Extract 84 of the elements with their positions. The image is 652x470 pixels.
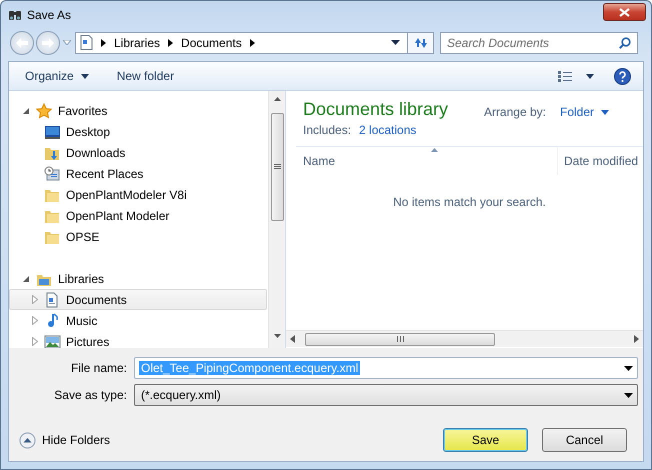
refresh-button[interactable] xyxy=(408,32,434,54)
caret-icon xyxy=(601,110,609,114)
star-icon xyxy=(36,102,53,118)
grip-icon xyxy=(396,336,404,342)
address-bar[interactable]: Libraries Documents xyxy=(75,32,408,54)
nav-item[interactable]: OpenPlantModeler V8i xyxy=(9,184,267,205)
nav-item[interactable]: Downloads xyxy=(9,142,267,163)
list-view-icon xyxy=(558,70,572,82)
search-field[interactable]: Search Documents xyxy=(440,32,638,54)
includes-label: Includes: xyxy=(303,123,352,137)
caret-icon xyxy=(80,74,89,78)
collapsed-arrow-icon[interactable] xyxy=(32,337,38,346)
breadcrumb-arrow-icon[interactable] xyxy=(101,38,106,46)
nav-item-label: Downloads xyxy=(66,146,126,160)
caret-icon xyxy=(624,366,633,370)
expanded-arrow-icon[interactable] xyxy=(23,107,30,114)
expanded-arrow-icon[interactable] xyxy=(23,275,30,282)
file-type-dropdown[interactable]: (*.ecquery.xml) xyxy=(134,384,638,406)
refresh-icon xyxy=(414,36,428,48)
collapse-icon xyxy=(19,432,36,448)
nav-item-label: Music xyxy=(66,314,98,328)
nav-item-label: OPSE xyxy=(66,230,100,244)
column-header[interactable]: Date modified xyxy=(558,147,638,175)
empty-message: No items match your search. xyxy=(392,195,547,209)
scroll-thumb[interactable] xyxy=(270,113,284,221)
binoculars-icon xyxy=(8,9,22,21)
document-icon xyxy=(80,35,93,50)
nav-item[interactable]: Libraries xyxy=(9,268,267,289)
nav-item-label: Libraries xyxy=(58,272,104,286)
recent-places-icon xyxy=(44,166,61,182)
close-button[interactable] xyxy=(603,3,646,21)
vertical-scrollbar[interactable] xyxy=(268,91,285,348)
forward-button[interactable] xyxy=(36,30,60,54)
grip-icon xyxy=(274,164,280,170)
down-arrow-icon xyxy=(272,332,282,340)
nav-item[interactable]: OpenPlant Modeler xyxy=(9,205,267,226)
caret-icon xyxy=(586,74,594,78)
close-icon xyxy=(619,8,630,16)
left-arrow-icon xyxy=(290,335,295,343)
new-folder-button[interactable]: New folder xyxy=(110,66,180,86)
breadcrumb-arrow-icon[interactable] xyxy=(168,38,174,46)
right-arrow-icon xyxy=(42,38,54,48)
breadcrumb[interactable]: Documents xyxy=(181,36,242,50)
nav-item[interactable]: Music xyxy=(9,310,267,331)
nav-item[interactable]: Favorites xyxy=(9,100,267,121)
horizontal-scrollbar[interactable] xyxy=(286,330,643,347)
library-title: Documents library xyxy=(303,99,448,120)
back-button[interactable] xyxy=(10,30,34,54)
dialog-button[interactable]: Save xyxy=(443,428,528,452)
nav-item[interactable]: Recent Places xyxy=(9,163,267,184)
breadcrumb[interactable]: Libraries xyxy=(114,36,160,50)
caret-icon xyxy=(624,392,633,398)
nav-item-label: Desktop xyxy=(66,124,110,138)
nav-item[interactable]: OPSE xyxy=(9,226,267,247)
window-title: Save As xyxy=(27,8,72,22)
monitor-icon xyxy=(44,124,61,140)
arrange-by-label: Arrange by: xyxy=(484,105,546,119)
nav-item[interactable]: Pictures xyxy=(9,331,267,348)
hide-folders-button[interactable]: Hide Folders xyxy=(19,432,110,448)
nav-item-label: Recent Places xyxy=(66,166,144,180)
nav-item-label: OpenPlant Modeler xyxy=(66,208,170,222)
nav-item-label: Favorites xyxy=(58,104,108,118)
save-as-type-label: Save as type: xyxy=(53,388,127,402)
nav-item[interactable]: Desktop xyxy=(9,121,267,142)
breadcrumb-arrow-icon[interactable] xyxy=(250,38,255,46)
nav-item-label: OpenPlantModeler V8i xyxy=(66,188,187,202)
left-arrow-icon xyxy=(16,38,28,48)
nav-item-label: Pictures xyxy=(66,334,110,348)
organize-button[interactable]: Organize xyxy=(19,66,95,86)
nav-item[interactable]: Documents xyxy=(9,289,267,310)
dialog-button[interactable]: Cancel xyxy=(542,428,627,452)
right-arrow-icon xyxy=(634,335,639,343)
search-icon xyxy=(619,36,631,48)
up-arrow-icon xyxy=(272,95,282,103)
scroll-thumb[interactable] xyxy=(305,332,495,346)
sort-arrow-icon xyxy=(431,148,438,152)
caret-icon[interactable] xyxy=(391,40,400,45)
collapsed-arrow-icon[interactable] xyxy=(32,295,38,304)
locations-link[interactable]: 2 locations xyxy=(359,123,416,137)
help-icon[interactable] xyxy=(614,68,631,84)
file-name-label: File name: xyxy=(70,361,127,375)
collapsed-arrow-icon[interactable] xyxy=(32,316,38,325)
arrange-by-dropdown[interactable]: Folder xyxy=(560,105,609,119)
nav-item-label: Documents xyxy=(66,292,127,306)
